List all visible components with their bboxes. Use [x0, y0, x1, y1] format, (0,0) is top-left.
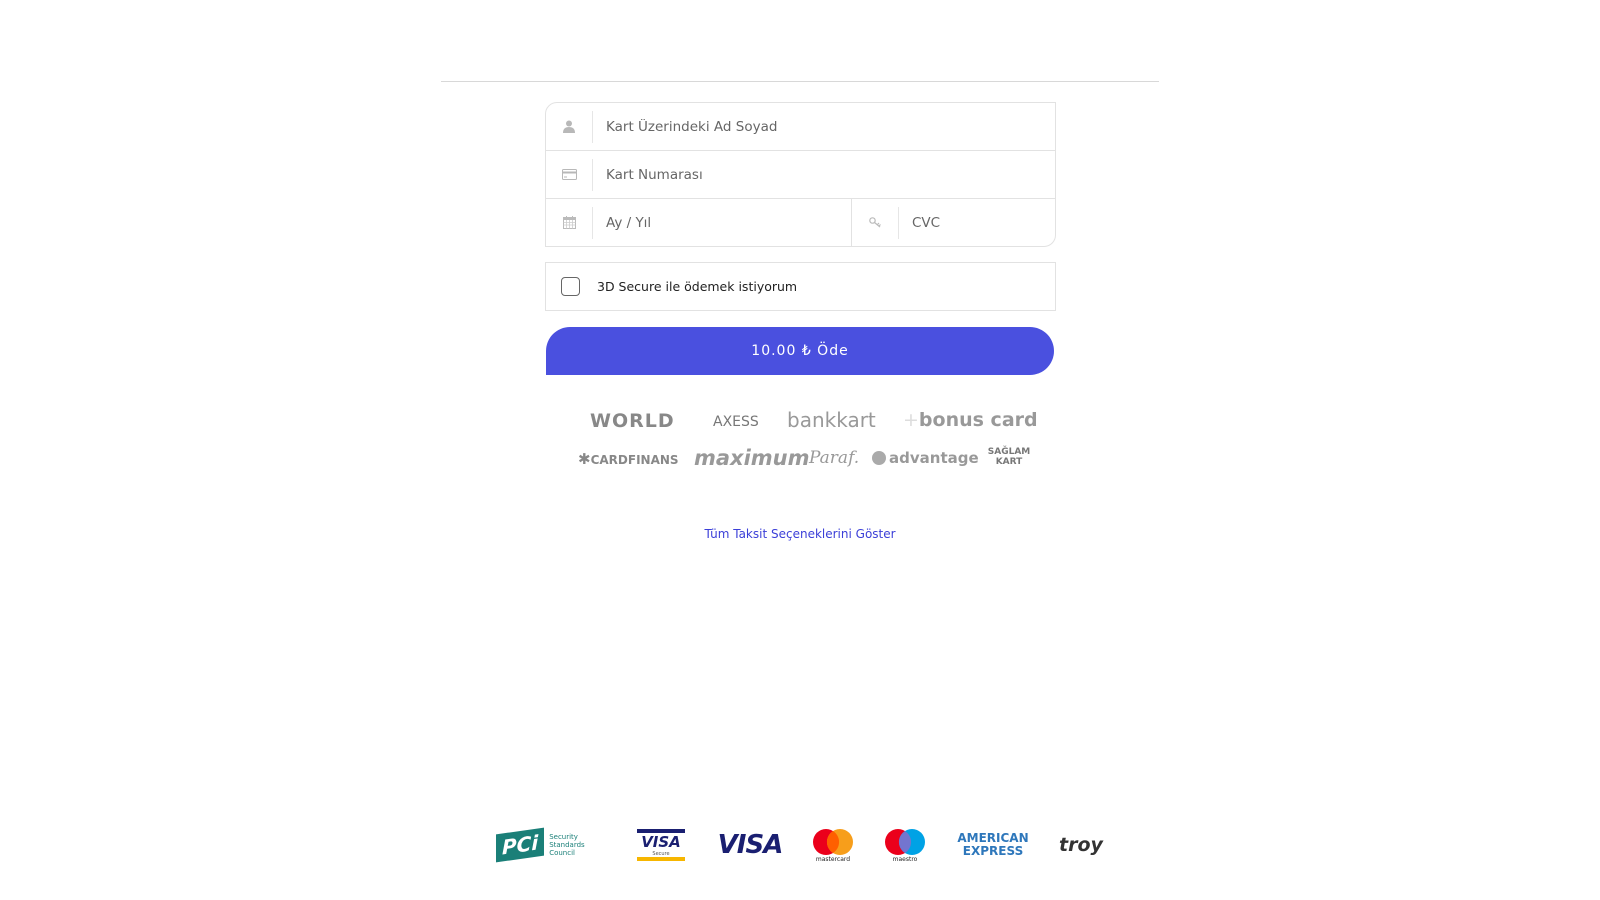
axess-logo: AXESS	[713, 414, 759, 430]
amex-line2: EXPRESS	[962, 844, 1024, 858]
cardholder-name-input[interactable]	[593, 103, 1055, 150]
cardfinans-logo: ✱CARDFINANS	[578, 450, 679, 468]
pci-sub1: Security	[549, 833, 578, 841]
visa-logo: VISA	[717, 822, 784, 868]
pci-mark: PCi	[496, 827, 545, 863]
world-logo: WORLD	[590, 410, 675, 432]
payment-logos: PCi Security Standards Council VISA Secu…	[0, 822, 1600, 868]
pci-logo: PCi Security Standards Council	[496, 822, 606, 868]
credit-card-icon	[546, 158, 593, 191]
user-icon	[546, 110, 593, 143]
calendar-icon	[546, 206, 593, 239]
card-number-row	[546, 151, 1055, 199]
amex-logo: AMERICAN EXPRESS	[956, 822, 1030, 868]
paraf-logo: Paraf.	[809, 448, 860, 468]
cvc-input[interactable]	[899, 199, 1096, 246]
visa-text: VISA	[717, 830, 784, 860]
bonus-card-text: bonus card	[918, 409, 1038, 431]
key-icon	[852, 206, 899, 239]
maximum-logo: maximum	[694, 446, 810, 470]
expiry-cvc-row	[546, 199, 1096, 246]
maestro-logo: maestro	[882, 822, 928, 868]
mastercard-logo: mastercard	[810, 822, 856, 868]
pci-sub2: Standards Council	[549, 841, 585, 857]
expiry-input[interactable]	[593, 199, 851, 246]
advantage-logo: advantage	[872, 449, 979, 467]
top-divider	[441, 81, 1159, 82]
maestro-text: maestro	[892, 855, 918, 863]
visa-secure-logo: VISA Secure	[636, 822, 686, 868]
card-number-input[interactable]	[593, 151, 1055, 198]
pay-button[interactable]: 10.00 ₺ Öde	[546, 327, 1054, 375]
bonus-card-logo: +bonus card	[903, 409, 1038, 431]
bankkart-logo: bankkart	[787, 408, 876, 432]
visa-secure-text: VISA	[641, 833, 681, 851]
3d-secure-option: 3D Secure ile ödemek istiyorum	[545, 262, 1056, 311]
3d-secure-checkbox[interactable]	[561, 277, 580, 296]
mastercard-text: mastercard	[815, 855, 851, 863]
show-installments-link[interactable]: Tüm Taksit Seçeneklerini Göster	[600, 527, 1000, 541]
3d-secure-label[interactable]: 3D Secure ile ödemek istiyorum	[597, 279, 797, 294]
saglam-kart-logo: SAĞLAM KART	[987, 447, 1031, 467]
cardholder-row	[546, 103, 1055, 151]
troy-text: troy	[1059, 834, 1103, 856]
cardfinans-text: CARDFINANS	[590, 453, 679, 467]
advantage-text: advantage	[889, 449, 979, 467]
troy-logo: troy	[1058, 822, 1104, 868]
card-form	[545, 102, 1096, 247]
